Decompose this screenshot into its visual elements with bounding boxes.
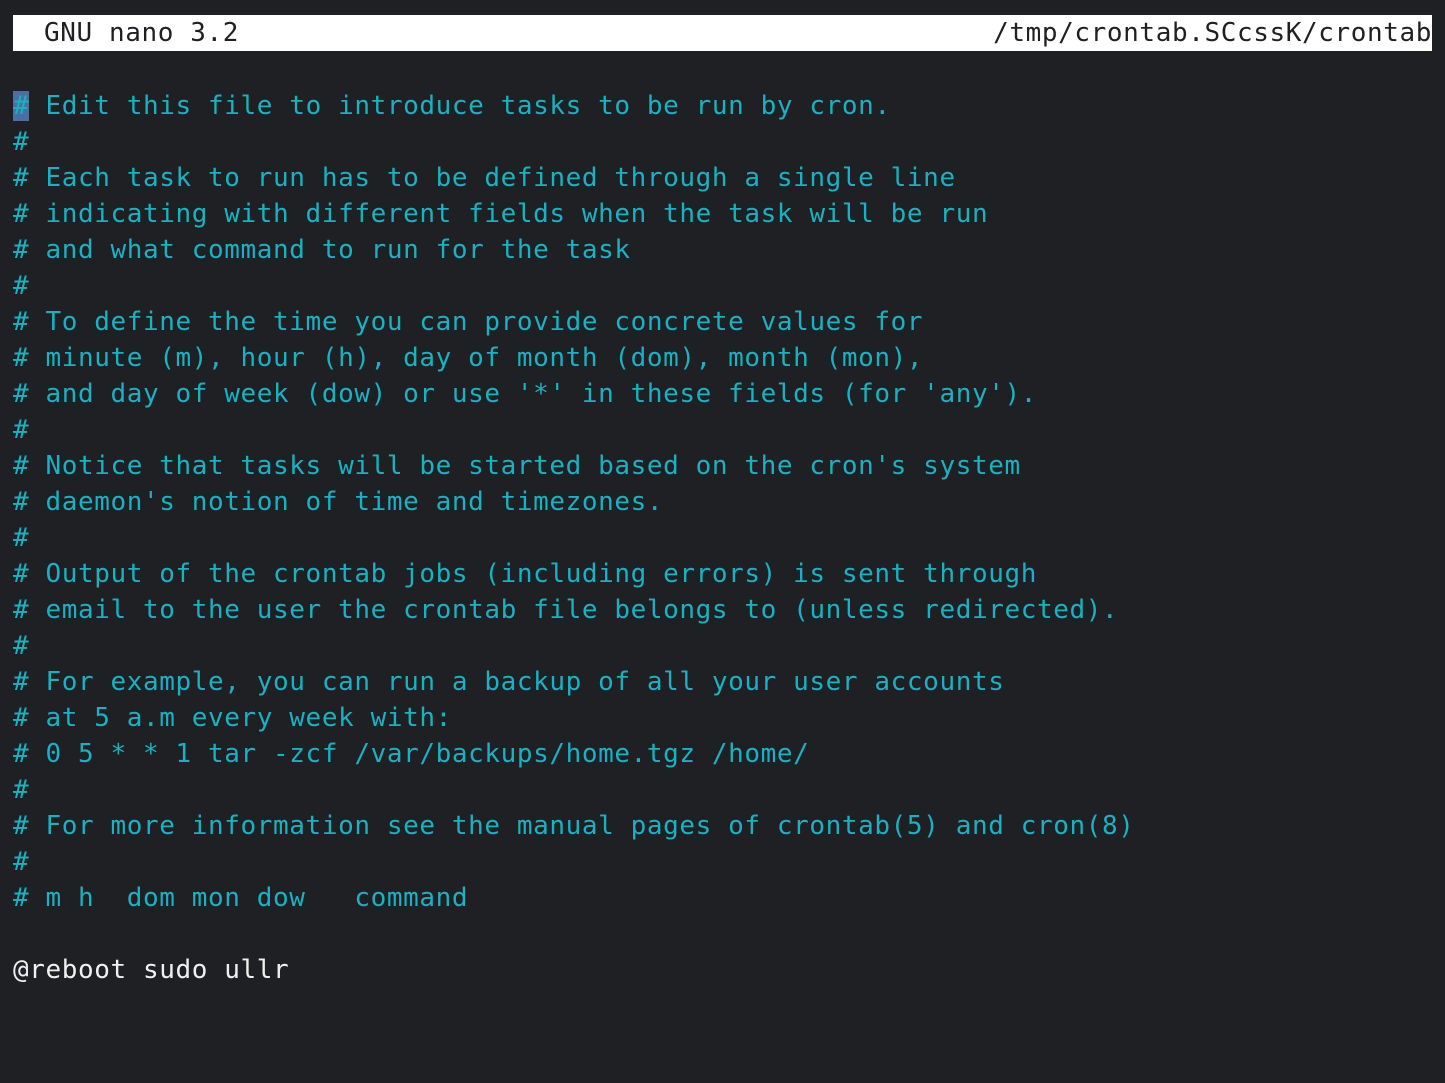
editor-line-8[interactable]: # minute (m), hour (h), day of month (do… bbox=[13, 340, 1433, 376]
editor-line-9[interactable]: # and day of week (dow) or use '*' in th… bbox=[13, 376, 1433, 412]
editor-line-16[interactable]: # bbox=[13, 628, 1433, 664]
editor-line-21[interactable]: # For more information see the manual pa… bbox=[13, 808, 1433, 844]
nano-title-bar: GNU nano 3.2 /tmp/crontab.SCcssK/crontab bbox=[13, 15, 1432, 51]
editor-line-20[interactable]: # bbox=[13, 772, 1433, 808]
editor-line-14[interactable]: # Output of the crontab jobs (including … bbox=[13, 556, 1433, 592]
text-editor-area[interactable]: # Edit this file to introduce tasks to b… bbox=[13, 88, 1433, 1008]
editor-line-18[interactable]: # at 5 a.m every week with: bbox=[13, 700, 1433, 736]
app-title: GNU nano 3.2 bbox=[44, 18, 240, 48]
editor-line-1[interactable]: # Edit this file to introduce tasks to b… bbox=[13, 88, 1433, 124]
editor-line-23[interactable]: # m h dom mon dow command bbox=[13, 880, 1433, 916]
line-text: Edit this file to introduce tasks to be … bbox=[29, 91, 891, 121]
editor-line-19[interactable]: # 0 5 * * 1 tar -zcf /var/backups/home.t… bbox=[13, 736, 1433, 772]
text-cursor: # bbox=[13, 91, 30, 121]
editor-line-24[interactable] bbox=[13, 916, 1433, 952]
editor-line-15[interactable]: # email to the user the crontab file bel… bbox=[13, 592, 1433, 628]
editor-line-4[interactable]: # indicating with different fields when … bbox=[13, 196, 1433, 232]
editor-line-2[interactable]: # bbox=[13, 124, 1433, 160]
editor-line-13[interactable]: # bbox=[13, 520, 1433, 556]
editor-line-10[interactable]: # bbox=[13, 412, 1433, 448]
editor-line-5[interactable]: # and what command to run for the task bbox=[13, 232, 1433, 268]
file-path: /tmp/crontab.SCcssK/crontab bbox=[993, 18, 1432, 48]
editor-line-3[interactable]: # Each task to run has to be defined thr… bbox=[13, 160, 1433, 196]
editor-line-12[interactable]: # daemon's notion of time and timezones. bbox=[13, 484, 1433, 520]
editor-line-17[interactable]: # For example, you can run a backup of a… bbox=[13, 664, 1433, 700]
editor-line-6[interactable]: # bbox=[13, 268, 1433, 304]
editor-line-11[interactable]: # Notice that tasks will be started base… bbox=[13, 448, 1433, 484]
editor-line-25[interactable]: @reboot sudo ullr bbox=[13, 952, 1433, 988]
editor-line-7[interactable]: # To define the time you can provide con… bbox=[13, 304, 1433, 340]
editor-line-22[interactable]: # bbox=[13, 844, 1433, 880]
